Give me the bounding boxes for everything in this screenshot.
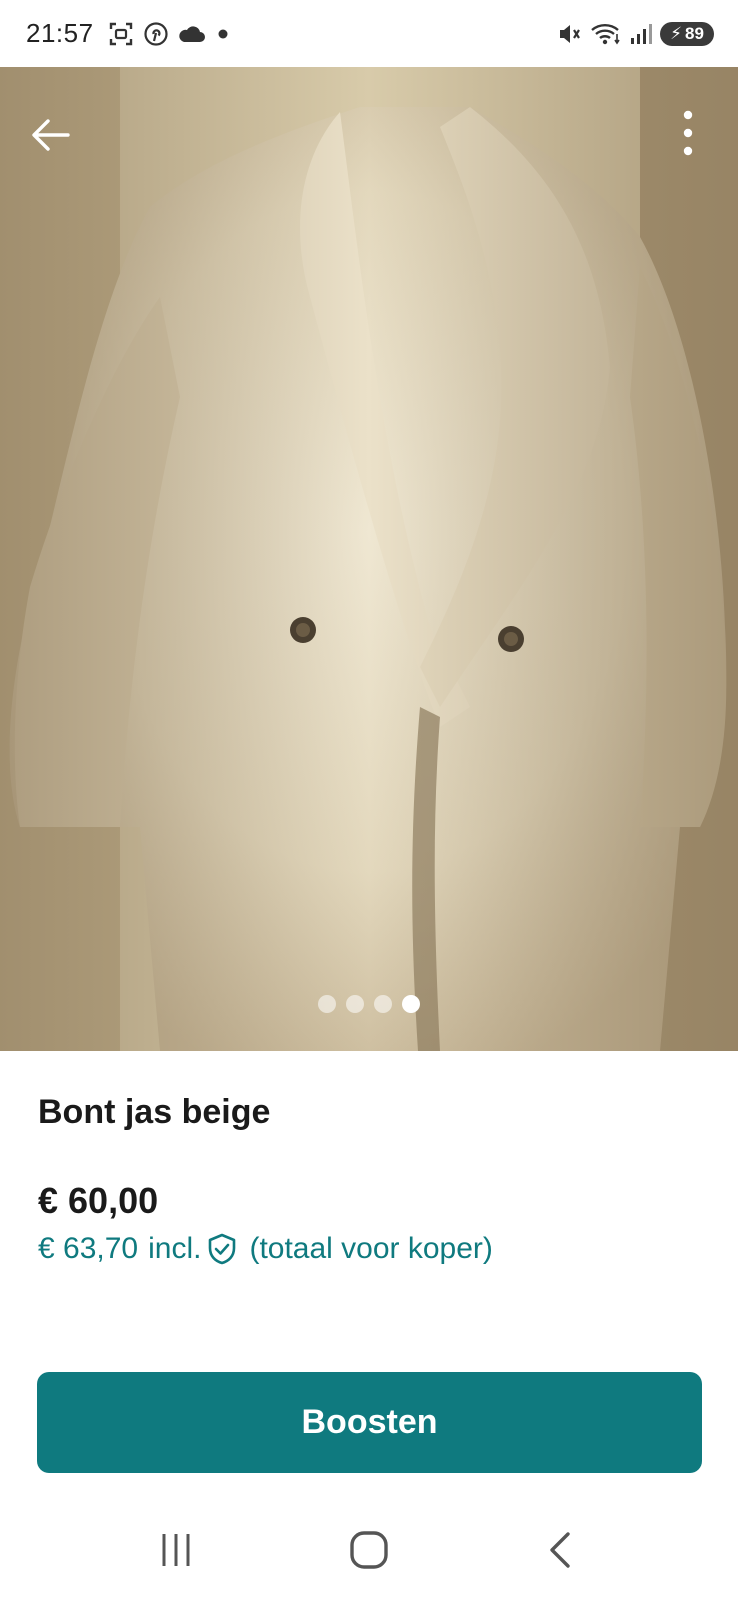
wifi-icon — [591, 23, 620, 44]
battery-bolt-icon: ⚡ — [670, 23, 682, 43]
price-incl-amount: € 63,70 — [38, 1232, 139, 1265]
home-icon — [350, 1531, 388, 1569]
price-incl-label: incl. — [148, 1232, 202, 1265]
battery-icon: ⚡ 89 — [660, 21, 714, 46]
mute-icon — [560, 24, 580, 43]
status-time: 21:57 — [26, 18, 94, 48]
recent-apps-button[interactable] — [146, 1520, 206, 1580]
system-back-button[interactable] — [532, 1520, 592, 1580]
carousel-dot[interactable] — [346, 995, 364, 1013]
listing-title: Bont jas beige — [38, 1093, 271, 1131]
status-notification-icons — [108, 21, 230, 47]
home-button[interactable] — [339, 1520, 399, 1580]
status-bar: 21:57 ⚡ 89 — [0, 0, 738, 67]
more-options-icon[interactable] — [666, 105, 710, 161]
carousel-dot-active[interactable] — [402, 995, 420, 1013]
shield-check-icon — [209, 1233, 236, 1265]
carousel-indicator — [0, 995, 738, 1013]
screenshot-icon — [109, 22, 132, 45]
signal-icon — [631, 23, 652, 44]
listing-screen: 21:57 ⚡ 89 Bont jas beige € 60,00 € 63,7… — [0, 0, 738, 1600]
recent-apps-icon — [162, 1534, 190, 1566]
chevron-left-icon — [549, 1532, 570, 1568]
price-incl-note: (totaal voor koper) — [249, 1232, 493, 1265]
listing-photo[interactable] — [0, 67, 738, 1051]
coat-photo-image — [0, 67, 738, 1051]
carousel-dot[interactable] — [318, 995, 336, 1013]
back-arrow-icon[interactable] — [28, 112, 74, 158]
cloud-icon — [178, 25, 205, 42]
buyer-total-price[interactable]: € 63,70 incl. (totaal voor koper) — [38, 1232, 493, 1266]
listing-price: € 60,00 — [38, 1180, 159, 1221]
battery-level: 89 — [685, 23, 704, 43]
boost-button[interactable]: Boosten — [37, 1372, 702, 1473]
pinterest-icon — [143, 21, 168, 46]
carousel-dot[interactable] — [374, 995, 392, 1013]
dot-icon — [218, 29, 228, 38]
status-system-icons: ⚡ 89 — [556, 21, 714, 47]
system-nav-bar — [0, 1500, 738, 1600]
